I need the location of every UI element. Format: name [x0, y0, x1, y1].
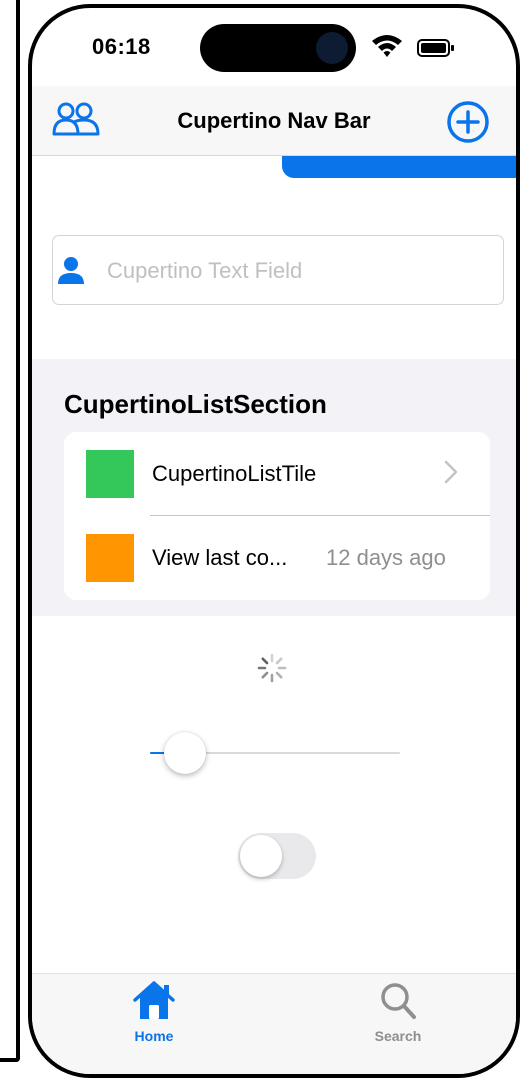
- list-tile-label: CupertinoListTile: [152, 461, 317, 486]
- toggle-switch[interactable]: [238, 833, 316, 879]
- tile-swatch-orange: [86, 534, 134, 582]
- chevron-right-icon: [444, 460, 458, 484]
- tab-search[interactable]: Search: [318, 974, 478, 1054]
- slider-thumb[interactable]: [164, 732, 206, 774]
- list-tile[interactable]: View last co... 12 days ago: [64, 516, 490, 600]
- home-icon: [133, 981, 175, 1019]
- app-screen: 06:18 Cupertino Nav Bar Cupertino Text F…: [32, 8, 516, 1074]
- accent-bar: [282, 156, 516, 178]
- phone-frame: 06:18 Cupertino Nav Bar Cupertino Text F…: [28, 4, 520, 1078]
- wifi-icon: [372, 35, 402, 57]
- status-time: 06:18: [92, 34, 151, 59]
- person-icon: [58, 257, 84, 284]
- tab-search-label: Search: [374, 1028, 422, 1044]
- cupertino-text-field[interactable]: [52, 235, 504, 305]
- tab-home[interactable]: Home: [74, 974, 234, 1054]
- add-circle-icon[interactable]: [446, 100, 490, 144]
- list-section-title: CupertinoListSection: [64, 389, 327, 419]
- switch-knob: [240, 835, 282, 877]
- dynamic-island: [200, 24, 356, 72]
- tab-bar: Home Search: [32, 973, 516, 1074]
- search-icon: [381, 983, 416, 1019]
- nav-title: Cupertino Nav Bar: [177, 108, 371, 133]
- camera-icon: [316, 32, 348, 64]
- text-field-input[interactable]: [107, 254, 487, 288]
- battery-icon: [417, 39, 454, 57]
- list-card: CupertinoListTile View last co... 12 day…: [64, 432, 490, 600]
- tile-swatch-green: [86, 450, 134, 498]
- list-tile-label: View last co...: [152, 545, 288, 570]
- activity-indicator-icon: [257, 653, 287, 683]
- nav-bar: Cupertino Nav Bar: [32, 86, 516, 156]
- adjacent-panel-edge: [0, 0, 20, 1062]
- list-tile[interactable]: CupertinoListTile: [64, 432, 490, 516]
- list-section: CupertinoListSection CupertinoListTile V…: [32, 359, 516, 616]
- tab-home-label: Home: [134, 1028, 174, 1044]
- list-tile-detail: 12 days ago: [326, 545, 446, 570]
